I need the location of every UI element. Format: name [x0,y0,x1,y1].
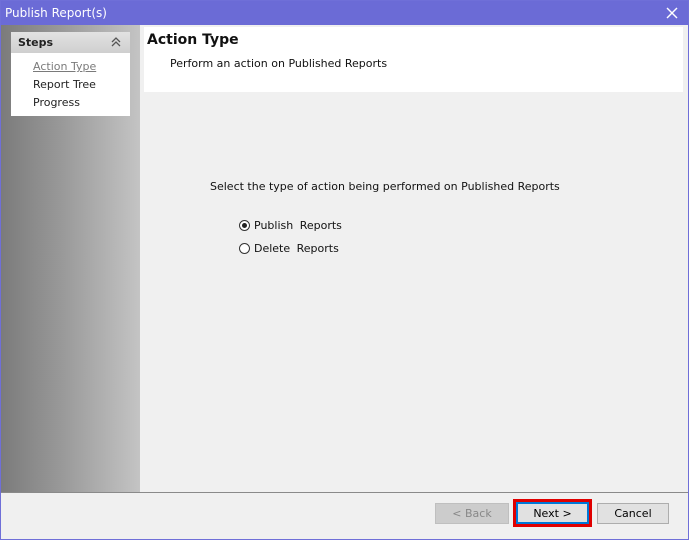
steps-header-label: Steps [18,36,54,49]
next-button[interactable]: Next > [513,499,592,527]
action-prompt: Select the type of action being performe… [210,180,560,193]
delete-reports-label[interactable]: Delete Reports [254,242,339,255]
step-progress[interactable]: Progress [33,96,80,109]
publish-reports-dialog: Publish Report(s) Steps Action Type Repo… [0,0,689,540]
delete-reports-radio[interactable] [239,243,250,254]
button-bar: < Back Next > Cancel [1,492,688,539]
page-header: Action Type Perform an action on Publish… [144,27,683,92]
steps-panel: Steps Action Type Report Tree Progress [11,32,130,116]
steps-header[interactable]: Steps [11,32,130,53]
title-bar[interactable]: Publish Report(s) [1,1,688,25]
content-area: Action Type Perform an action on Publish… [140,25,688,492]
back-button[interactable]: < Back [435,503,509,524]
collapse-chevrons-icon[interactable] [110,36,122,48]
close-button[interactable] [656,1,688,25]
step-report-tree[interactable]: Report Tree [33,78,96,91]
publish-reports-label[interactable]: Publish Reports [254,219,342,232]
page-subtitle: Perform an action on Published Reports [170,57,388,70]
close-icon [666,7,678,19]
delete-reports-option[interactable]: Delete Reports [239,242,339,255]
step-action-type[interactable]: Action Type [33,60,96,73]
cancel-button[interactable]: Cancel [597,503,669,524]
publish-reports-option[interactable]: Publish Reports [239,219,342,232]
page-title: Action Type [147,32,239,48]
window-title: Publish Report(s) [5,6,107,20]
steps-pane: Steps Action Type Report Tree Progress [1,25,140,492]
publish-reports-radio[interactable] [239,220,250,231]
